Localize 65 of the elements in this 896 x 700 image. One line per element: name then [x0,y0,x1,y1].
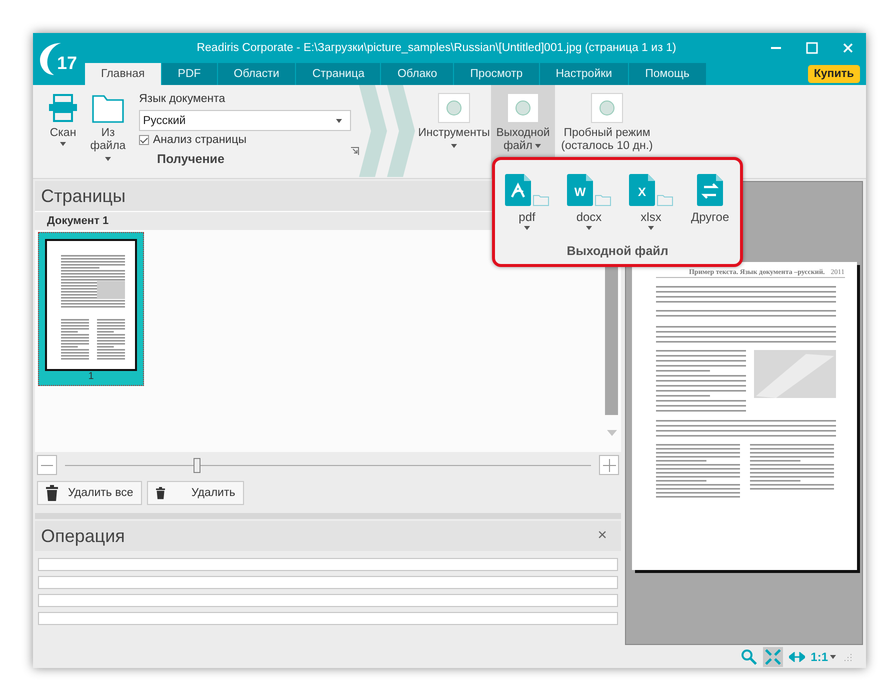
ribbon-button[interactable]: Инструменты [417,85,491,178]
caret-icon [336,118,342,122]
caret-icon [534,144,540,148]
buy-button[interactable]: Купить [808,65,860,83]
file-icon: X [629,174,655,206]
zoom-out-button[interactable] [37,455,57,475]
close-icon[interactable] [843,43,853,53]
checkbox-label[interactable]: Анализ страницы [153,134,246,146]
format-button[interactable]: pdf [505,174,549,232]
delete-button[interactable]: Удалить [147,481,244,505]
format-button[interactable]: W docx [567,174,611,232]
file-icon [505,174,531,206]
panel-title: Операция [41,526,125,546]
ribbon-tab[interactable]: Облако [381,63,454,85]
caret-icon [830,654,836,658]
trash-icon [46,485,58,501]
folder-icon [92,93,124,123]
minus-icon [41,464,53,466]
circle-icon [515,100,531,116]
delete-button[interactable]: Удалить все [37,481,142,505]
scanner-icon [48,93,78,123]
ribbon-tab[interactable]: Главная [85,63,161,85]
folder-icon[interactable] [595,194,611,206]
group-label: Получение [157,152,224,166]
format-button[interactable]: Другое [691,174,730,232]
page-number: 1 [88,371,94,382]
close-button[interactable]: × [592,526,613,546]
file-icon [697,174,724,206]
ribbon-tab[interactable]: PDF [162,63,217,85]
ribbon-tab[interactable]: Настройки [540,63,628,85]
folder-icon[interactable] [657,194,673,206]
search-icon[interactable] [740,648,757,664]
fit-page-button[interactable] [762,646,783,666]
popup-title: Выходной файл [566,244,668,258]
trash-icon [156,485,166,501]
document-label: Документ 1 [47,215,109,227]
language-dropdown[interactable]: Русский [139,110,351,131]
circle-icon [599,100,615,116]
window-title: Readiris Corporate - E:\Загрузки\picture_samples\Russian\[Untitled]001.jpg (страница 1 из 1) [196,42,678,54]
ribbon-tab[interactable]: Помощь [629,63,706,85]
file-icon: W [567,174,593,206]
scroll-down-icon[interactable] [606,429,616,437]
circle-icon [446,100,462,116]
page-thumbnail[interactable]: 1 [38,232,144,386]
launcher-icon[interactable] [351,147,359,155]
ribbon-tab[interactable]: Просмотр [454,63,539,85]
plus-icon [602,458,616,472]
checkbox[interactable] [139,135,149,145]
language-label: Язык документа [139,93,226,105]
resize-grip-icon[interactable] [844,652,852,660]
folder-icon[interactable] [533,194,549,206]
ribbon-tab[interactable]: Страница [296,63,380,85]
zoom-in-button[interactable] [599,455,619,475]
caret-icon [451,144,457,148]
caret-icon [105,156,111,161]
caret-icon [648,226,654,230]
caret-icon [60,142,66,146]
fit-width-icon[interactable] [788,652,805,662]
logo-text: 17 [57,52,78,74]
from-file-button[interactable]: Из файла [85,85,131,178]
maximize-icon[interactable] [806,42,818,54]
scan-button[interactable]: Скан [41,85,85,178]
ribbon-tab[interactable]: Области [218,63,296,85]
format-button[interactable]: X xlsx [629,174,673,232]
panel-title: Страницы [41,186,126,206]
